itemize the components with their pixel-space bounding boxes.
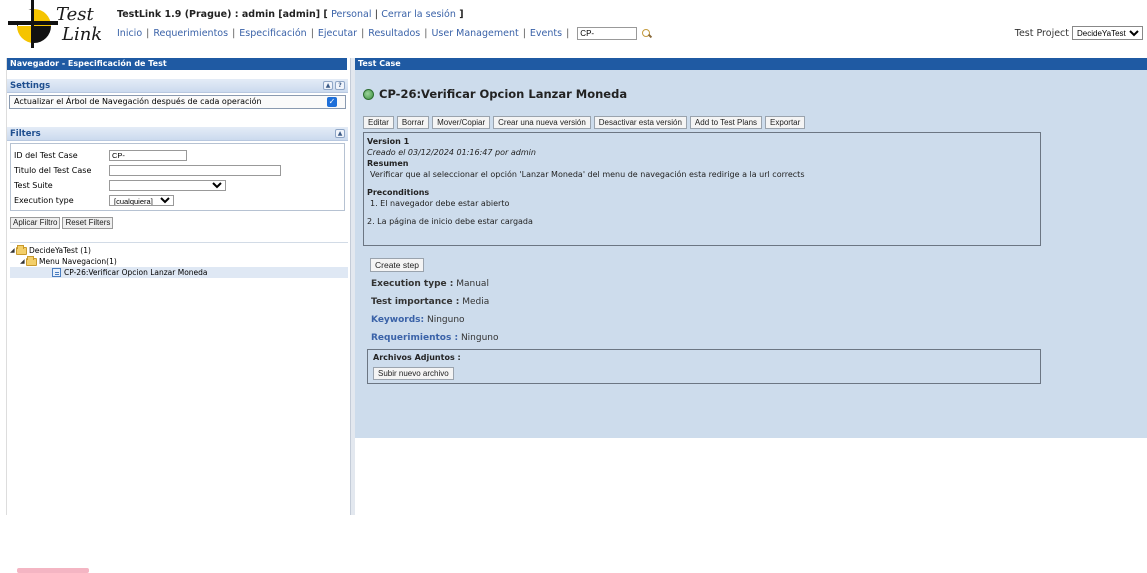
testcase-panel: Test Case CP-26:Verificar Opcion Lanzar …: [355, 58, 1147, 515]
create-step-wrap: Create step: [370, 258, 424, 272]
nav-events[interactable]: Events: [530, 28, 562, 39]
testcase-panel-title: Test Case: [355, 58, 1147, 70]
testcase-actions: Editar Borrar Mover/Copiar Crear una nue…: [363, 116, 806, 129]
test-suite-label: Test Suite: [14, 181, 53, 190]
tree-node-testcase[interactable]: CP-26:Verificar Opcion Lanzar Moneda: [10, 267, 348, 278]
refresh-tree-checkbox[interactable]: ✓: [327, 97, 337, 107]
edit-button[interactable]: Editar: [363, 116, 394, 129]
logo-text-link: Link: [62, 24, 103, 45]
nav-resultados[interactable]: Resultados: [368, 28, 420, 39]
bottom-indicator: [17, 568, 89, 573]
execution-type-field: Execution type : Manual: [371, 279, 489, 289]
testlink-logo[interactable]: Test Link: [8, 0, 104, 48]
settings-option-row: Actualizar el Árbol de Navegación despué…: [9, 95, 346, 109]
test-project-label: Test Project: [1014, 27, 1069, 39]
execution-type-label: Execution type: [14, 196, 74, 205]
app-version-user: TestLink 1.9 (Prague) : admin [admin] [: [117, 9, 328, 20]
keywords-value: Ninguno: [427, 315, 465, 325]
tc-id-label: ID del Test Case: [14, 151, 78, 160]
logo-text-test: Test: [56, 4, 94, 25]
top-navigation: Inicio | Requerimientos | Especificación | …: [117, 27, 653, 40]
version-box: Version 1 Creado el 03/12/2024 01:16:47 …: [363, 132, 1041, 246]
testcase-status-icon[interactable]: [363, 88, 374, 100]
keywords-field: Keywords: Ninguno: [371, 315, 465, 325]
testcase-search-input[interactable]: [577, 27, 638, 40]
new-version-button[interactable]: Crear una nueva versión: [493, 116, 591, 129]
requirements-value: Ninguno: [460, 333, 499, 343]
app-title: TestLink 1.9 (Prague) : admin [admin] [ …: [117, 9, 464, 20]
add-to-test-plans-button[interactable]: Add to Test Plans: [689, 116, 763, 129]
tree-node-label: Menu Navegacion(1): [39, 257, 117, 266]
personal-link[interactable]: Personal: [331, 9, 371, 20]
help-icon[interactable]: ?: [335, 81, 345, 90]
title-close-bracket: ]: [459, 9, 464, 20]
folder-icon: [16, 244, 27, 255]
summary-label: Resumen: [367, 159, 409, 168]
nav-inicio[interactable]: Inicio: [117, 28, 142, 39]
precondition-2: 2. La página de inicio debe estar cargad…: [367, 217, 533, 226]
test-spec-tree: ◢ DecideYaTest (1) ◢ Menu Navegacion(1) …: [10, 242, 348, 278]
logo-target-icon: [17, 9, 51, 43]
requirements-field: Requerimientos : Ninguno: [371, 333, 499, 343]
importance-value: Media: [462, 297, 490, 307]
keywords-label[interactable]: Keywords:: [371, 315, 424, 325]
importance-label: Test importance :: [371, 297, 460, 307]
filters-section: Filters ▲ ID del Test Case Titulo del Te…: [7, 127, 348, 235]
search-icon[interactable]: [641, 28, 653, 39]
test-suite-select[interactable]: [109, 180, 226, 191]
precondition-1: 1. El navegador debe estar abierto: [370, 199, 510, 208]
execution-type-field-value: Manual: [456, 279, 489, 289]
testcase-icon: [52, 268, 61, 277]
title-separator: |: [374, 9, 378, 20]
tree-node-label: CP-26:Verificar Opcion Lanzar Moneda: [64, 268, 208, 277]
tree-node-project[interactable]: ◢ DecideYaTest (1): [10, 244, 348, 256]
tc-title-label: Titulo del Test Case: [14, 166, 92, 175]
filter-buttons: Aplicar Filtro Reset Filters: [10, 217, 345, 229]
app-header: Test Link TestLink 1.9 (Prague) : admin …: [0, 0, 1147, 58]
summary-text: Verificar que al seleccionar el opción '…: [370, 170, 805, 179]
execution-type-field-label: Execution type :: [371, 279, 454, 289]
attachments-box: Archivos Adjuntos : Subir nuevo archivo: [367, 349, 1041, 384]
collapse-icon[interactable]: ▲: [335, 129, 345, 138]
delete-button[interactable]: Borrar: [396, 116, 430, 129]
folder-icon: [26, 255, 37, 266]
filter-form: ID del Test Case Titulo del Test Case Te…: [10, 143, 345, 211]
filters-title: Filters: [10, 129, 41, 139]
nav-especificacion[interactable]: Especificación: [239, 28, 306, 39]
requirements-label[interactable]: Requerimientos :: [371, 333, 458, 343]
version-label: Version 1: [367, 137, 410, 146]
upload-file-button[interactable]: Subir nuevo archivo: [373, 367, 454, 380]
preconditions-label: Preconditions: [367, 188, 430, 197]
execution-type-select[interactable]: [cualquiera]: [109, 195, 174, 206]
settings-section: Settings ▲ ? Actualizar el Árbol de Nave…: [7, 79, 348, 111]
tree-node-label: DecideYaTest (1): [29, 246, 91, 255]
tc-title-input[interactable]: [109, 165, 281, 176]
test-project-select[interactable]: DecideYaTest: [1072, 26, 1143, 40]
reset-filters-button[interactable]: Reset Filters: [62, 217, 114, 229]
deactivate-version-button[interactable]: Desactivar esta versión: [593, 116, 687, 129]
settings-option-label: Actualizar el Árbol de Navegación despué…: [14, 97, 262, 106]
logout-link[interactable]: Cerrar la sesión: [381, 9, 456, 20]
filters-header[interactable]: Filters ▲: [7, 127, 348, 141]
settings-header[interactable]: Settings ▲ ?: [7, 79, 348, 93]
testcase-heading-text: CP-26:Verificar Opcion Lanzar Moneda: [379, 87, 628, 101]
nav-requerimientos[interactable]: Requerimientos: [153, 28, 228, 39]
tc-id-input[interactable]: [109, 150, 187, 161]
testcase-heading: CP-26:Verificar Opcion Lanzar Moneda: [363, 87, 627, 101]
export-button[interactable]: Exportar: [765, 116, 806, 129]
importance-field: Test importance : Media: [371, 297, 489, 307]
test-project-selector: Test Project DecideYaTest: [1015, 26, 1143, 40]
move-copy-button[interactable]: Mover/Copiar: [432, 116, 491, 129]
tree-node-suite[interactable]: ◢ Menu Navegacion(1): [10, 255, 348, 267]
navigator-title: Navegador - Especificación de Test: [7, 58, 347, 70]
collapse-icon[interactable]: ▲: [323, 81, 333, 90]
attachments-label: Archivos Adjuntos :: [373, 353, 461, 362]
created-info: Creado el 03/12/2024 01:16:47 por admin: [367, 148, 536, 157]
apply-filter-button[interactable]: Aplicar Filtro: [10, 217, 61, 229]
nav-user-management[interactable]: User Management: [431, 28, 518, 39]
create-step-button[interactable]: Create step: [370, 258, 424, 272]
navigator-panel: Navegador - Especificación de Test Setti…: [6, 58, 348, 573]
settings-title: Settings: [10, 81, 51, 91]
nav-ejecutar[interactable]: Ejecutar: [318, 28, 357, 39]
